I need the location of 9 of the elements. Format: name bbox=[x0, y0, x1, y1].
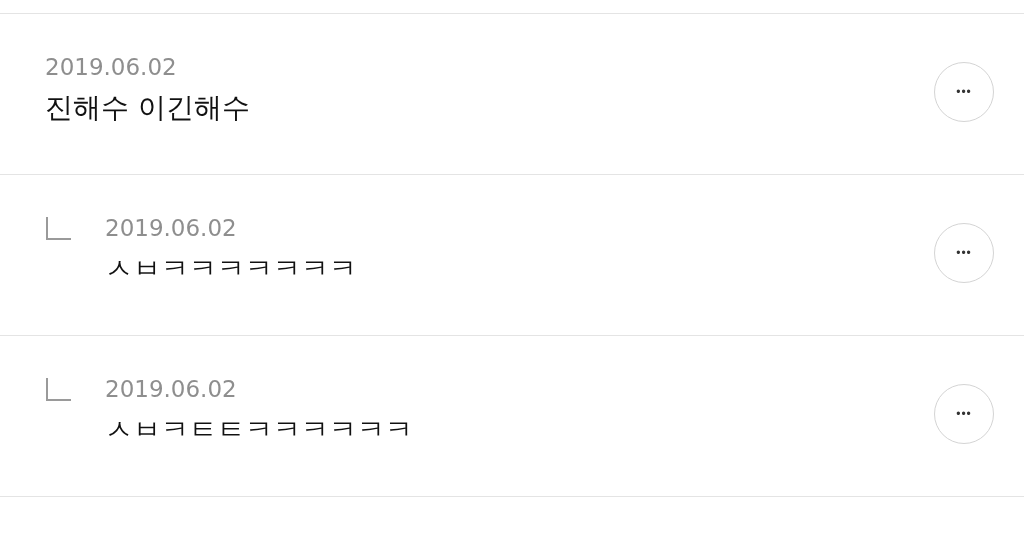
comment-date: 2019.06.02 bbox=[45, 53, 177, 82]
comment-text: 진해수 이긴해수 bbox=[45, 90, 250, 126]
more-button[interactable]: ••• bbox=[934, 62, 994, 122]
more-button[interactable]: ••• bbox=[934, 223, 994, 283]
more-button[interactable]: ••• bbox=[934, 384, 994, 444]
comment-date: 2019.06.02 bbox=[105, 375, 237, 404]
comment-date: 2019.06.02 bbox=[105, 214, 237, 243]
comment-text: ㅅㅂㅋㅌㅌㅋㅋㅋㅋㅋㅋ bbox=[105, 412, 413, 448]
comment-text: ㅅㅂㅋㅋㅋㅋㅋㅋㅋ bbox=[105, 251, 357, 287]
